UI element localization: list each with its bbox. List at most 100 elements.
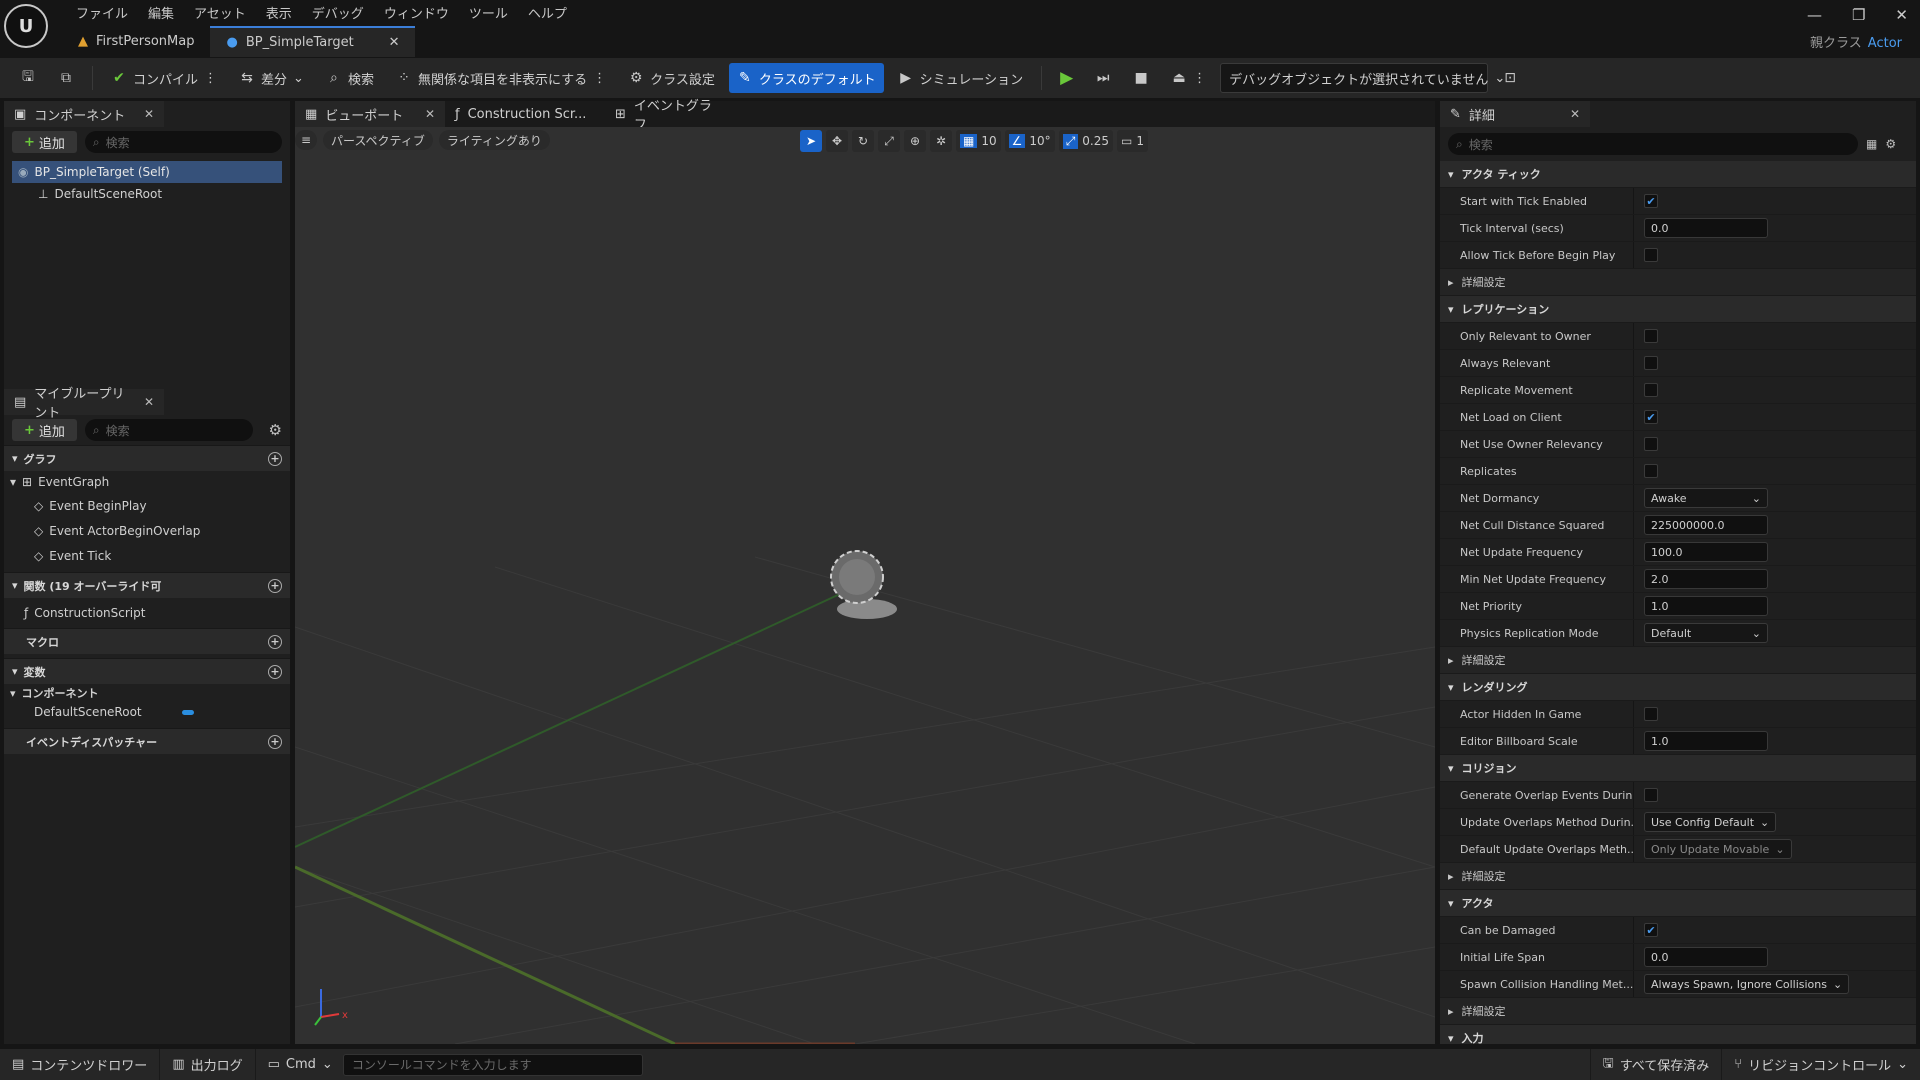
more-icon[interactable]: ⋮ <box>204 71 217 86</box>
scale-icon[interactable]: ⤢ <box>878 130 901 152</box>
tab-event-graph[interactable]: ⊞ イベントグラフ <box>605 99 725 133</box>
tree-item-event[interactable]: ◇ Event ActorBeginOverlap <box>4 518 290 543</box>
tab-components[interactable]: ▣ コンポーネント ✕ <box>4 101 164 127</box>
add-component-button[interactable]: + 追加 <box>12 131 77 153</box>
details-category[interactable]: ▾ 入力 <box>1440 1025 1916 1044</box>
close-icon[interactable]: ✕ <box>1570 107 1580 121</box>
property-dropdown[interactable]: Always Spawn, Ignore Collisions ⌄ <box>1644 974 1850 994</box>
tab-firstpersonmap[interactable]: ▲ FirstPersonMap <box>62 26 210 57</box>
step-button[interactable]: ⏭ <box>1087 63 1119 93</box>
rotate-icon[interactable]: ↻ <box>852 130 875 152</box>
property-input[interactable]: 1.0 <box>1644 596 1768 616</box>
revision-control-button[interactable]: ⑂ リビジョンコントロール ⌄ <box>1722 1049 1920 1080</box>
property-input[interactable]: 0.0 <box>1644 947 1768 967</box>
parent-class-link[interactable]: Actor <box>1868 36 1902 51</box>
cmd-select[interactable]: ▭ Cmd ⌄ <box>256 1049 333 1080</box>
property-checkbox[interactable] <box>1644 383 1658 397</box>
add-member-button[interactable]: + 追加 <box>12 419 77 441</box>
menu-item[interactable]: ツール <box>459 0 518 25</box>
viewport[interactable]: x <box>295 127 1435 1044</box>
unreal-logo[interactable]: U <box>4 4 48 48</box>
close-tab-icon[interactable]: ✕ <box>389 35 400 50</box>
details-category[interactable]: ▾ アクタ ティック <box>1440 161 1916 188</box>
gear-icon[interactable]: ⚙ <box>1885 137 1896 151</box>
property-dropdown[interactable]: Use Config Default ⌄ <box>1644 812 1777 832</box>
tree-item-constructionscript[interactable]: ƒ ConstructionScript <box>4 598 290 628</box>
property-checkbox[interactable]: ✔ <box>1644 194 1658 208</box>
details-category[interactable]: ▾ レンダリング <box>1440 674 1916 701</box>
advanced-category[interactable]: ▸ 詳細設定 <box>1440 863 1916 890</box>
add-circle-icon[interactable]: + <box>268 734 282 749</box>
property-checkbox[interactable] <box>1644 356 1658 370</box>
tree-item-event[interactable]: ◇ Event BeginPlay <box>4 493 290 518</box>
add-circle-icon[interactable]: + <box>268 578 282 593</box>
property-checkbox[interactable] <box>1644 437 1658 451</box>
section-graphs[interactable]: ▾ グラフ + <box>4 445 290 471</box>
perspective-button[interactable]: パースペクティブ <box>323 130 433 150</box>
section-variables[interactable]: ▾ 変数 + <box>4 658 290 684</box>
search-button[interactable]: ⌕ 検索 <box>318 63 382 93</box>
tab-details[interactable]: ✎ 詳細 ✕ <box>1440 101 1590 127</box>
property-input[interactable]: 100.0 <box>1644 542 1768 562</box>
world-local-icon[interactable]: ⊕ <box>904 130 927 152</box>
tree-item-eventgraph[interactable]: ▾ ⊞ EventGraph <box>4 471 290 493</box>
hamburger-menu-icon[interactable]: ≡ <box>295 130 317 150</box>
tab-my-blueprint[interactable]: ▤ マイブループリント ✕ <box>4 387 164 421</box>
simulation-button[interactable]: ▶ シミュレーション <box>890 63 1031 93</box>
menu-item[interactable]: 編集 <box>138 0 184 25</box>
output-log-button[interactable]: ▥ 出力ログ <box>160 1049 256 1080</box>
class-settings-button[interactable]: ⚙ クラス設定 <box>620 63 723 93</box>
tab-bp-simpletarget[interactable]: ● BP_SimpleTarget ✕ <box>210 26 416 57</box>
compile-button[interactable]: ✔ コンパイル ⋮ <box>103 63 225 93</box>
property-checkbox[interactable] <box>1644 248 1658 262</box>
property-dropdown[interactable]: Awake ⌄ <box>1644 488 1768 508</box>
property-checkbox[interactable]: ✔ <box>1644 923 1658 937</box>
tab-construction-script[interactable]: ƒ Construction Scr... <box>445 101 605 127</box>
close-icon[interactable]: ✕ <box>144 107 154 121</box>
advanced-category[interactable]: ▸ 詳細設定 <box>1440 998 1916 1025</box>
property-input[interactable]: 0.0 <box>1644 218 1768 238</box>
property-checkbox[interactable] <box>1644 464 1658 478</box>
restore-icon[interactable]: ❐ <box>1852 6 1865 24</box>
browse-button[interactable]: ⧉ <box>50 63 82 93</box>
grid-snap-toggle[interactable]: ▦ 10 <box>956 130 1001 152</box>
scale-snap-toggle[interactable]: ⤢ 0.25 <box>1058 130 1114 152</box>
property-checkbox[interactable] <box>1644 707 1658 721</box>
blueprint-search-input[interactable]: ⌕ 検索 <box>84 419 253 441</box>
property-dropdown[interactable]: Default ⌄ <box>1644 623 1768 643</box>
component-root-item[interactable]: ◉ BP_SimpleTarget (Self) <box>12 161 282 183</box>
stop-button[interactable]: ■ <box>1125 63 1157 93</box>
add-circle-icon[interactable]: + <box>268 451 282 466</box>
gear-icon[interactable]: ⚙ <box>269 421 282 439</box>
menu-item[interactable]: ヘルプ <box>518 0 577 25</box>
details-category[interactable]: ▾ レプリケーション <box>1440 296 1916 323</box>
surface-snap-icon[interactable]: ✲ <box>930 130 953 152</box>
details-category[interactable]: ▾ コリジョン <box>1440 755 1916 782</box>
close-icon[interactable]: ✕ <box>144 395 154 409</box>
property-input[interactable]: 2.0 <box>1644 569 1768 589</box>
tab-viewport[interactable]: ▦ ビューポート ✕ <box>295 101 445 127</box>
save-button[interactable]: 🖫 <box>12 63 44 93</box>
menu-item[interactable]: ファイル <box>66 0 138 25</box>
section-macros[interactable]: マクロ + <box>4 628 290 654</box>
menu-item[interactable]: ウィンドウ <box>374 0 459 25</box>
table-view-icon[interactable]: ▦ <box>1866 137 1877 151</box>
advanced-category[interactable]: ▸ 詳細設定 <box>1440 647 1916 674</box>
more-icon[interactable]: ⋮ <box>593 71 606 86</box>
lighting-mode-button[interactable]: ライティングあり <box>438 130 550 150</box>
component-item-defaultsceneroot[interactable]: ⊥ DefaultSceneRoot <box>4 183 290 205</box>
tree-item-components-category[interactable]: ▾ コンポーネント <box>4 684 290 702</box>
add-circle-icon[interactable]: + <box>268 664 282 679</box>
class-defaults-button[interactable]: ✎ クラスのデフォルト <box>728 63 884 93</box>
component-search-input[interactable]: ⌕ 検索 <box>84 131 282 153</box>
play-button[interactable]: ▶ <box>1052 63 1081 93</box>
details-category[interactable]: ▾ アクタ <box>1440 890 1916 917</box>
debug-filter-button[interactable]: ⊡ <box>1494 63 1526 93</box>
content-drawer-button[interactable]: ▤ コンテンツドロワー <box>0 1049 161 1080</box>
menu-item[interactable]: アセット <box>184 0 256 25</box>
select-mode-icon[interactable]: ➤ <box>800 130 823 152</box>
camera-speed-button[interactable]: ▭ 1 <box>1117 130 1148 152</box>
details-search-input[interactable]: ⌕ 検索 <box>1448 133 1858 155</box>
debug-object-select[interactable]: デバッグオブジェクトが選択されていません ⌄ <box>1220 63 1505 93</box>
property-input[interactable]: 225000000.0 <box>1644 515 1768 535</box>
